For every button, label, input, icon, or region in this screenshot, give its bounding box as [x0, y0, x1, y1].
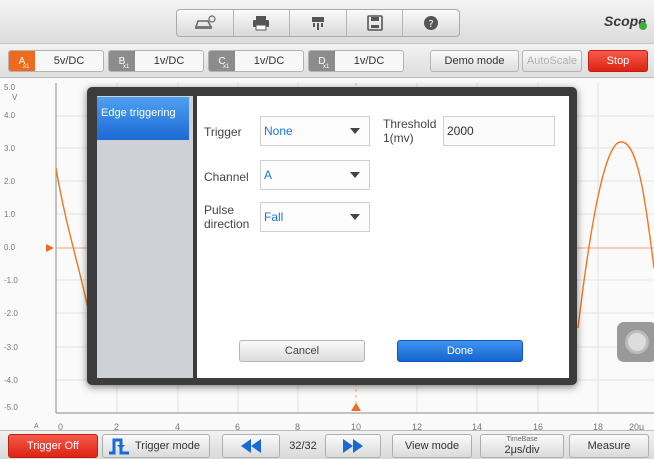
cancel-button[interactable]: Cancel	[239, 340, 365, 362]
x-channel-label: A	[34, 423, 39, 430]
done-button[interactable]: Done	[397, 340, 523, 362]
dialog-sidebar: Edge triggering	[97, 96, 193, 378]
tab-edge-triggering[interactable]: Edge triggering	[97, 97, 189, 140]
channel-b-swatch: Bx1	[109, 51, 135, 71]
y-tick-label: 1.0	[4, 210, 16, 219]
channel-b-button[interactable]: Bx1 1v/DC	[108, 50, 204, 72]
toolbar-button-group: ?	[176, 9, 460, 37]
channel-c-swatch: Cx1	[209, 51, 235, 71]
channel-c-button[interactable]: Cx1 1v/DC	[208, 50, 304, 72]
y-tick-label: -2.0	[4, 309, 18, 318]
y-tick-label: 5.0	[4, 83, 16, 92]
trigger-settings-dialog: Edge triggering Trigger None Threshold 1…	[87, 87, 577, 385]
dropdown-arrow-icon	[350, 128, 360, 134]
y-tick-label: -5.0	[4, 403, 18, 412]
trigger-off-button[interactable]: Trigger Off	[8, 434, 98, 458]
channel-select[interactable]: A	[260, 160, 370, 190]
car-settings-icon	[194, 15, 216, 29]
channel-c-scale: 1v/DC	[253, 55, 285, 67]
trigger-position-icon[interactable]	[351, 403, 361, 411]
autoscale-button[interactable]: AutoScale	[522, 50, 582, 72]
pin-button[interactable]	[290, 10, 347, 36]
y-tick-label: -4.0	[4, 376, 18, 385]
status-dot-icon	[639, 22, 647, 30]
scope-logo: Scope	[604, 13, 647, 30]
demo-mode-button[interactable]: Demo mode	[430, 50, 519, 72]
fast-forward-icon	[343, 439, 363, 453]
channel-label: Channel	[204, 170, 249, 184]
page-indicator: 32/32	[289, 440, 317, 452]
pulse-direction-select-value: Fall	[264, 210, 284, 224]
circle-icon	[625, 330, 649, 354]
channel-d-button[interactable]: Dx1 1v/DC	[308, 50, 404, 72]
timebase-label: TimeBase	[506, 435, 538, 443]
scope-app: ? Scope Ax1 5v/DC Bx1 1v/DC Cx1 1v/DC Dx…	[0, 0, 654, 459]
channel-a-button[interactable]: Ax1 5v/DC	[8, 50, 104, 72]
save-icon	[366, 15, 383, 31]
stop-button[interactable]: Stop	[588, 50, 648, 72]
threshold-label: Threshold 1(mv)	[383, 117, 437, 145]
view-mode-button[interactable]: View mode	[392, 434, 472, 458]
print-button[interactable]	[234, 10, 291, 36]
y-tick-label: -3.0	[4, 343, 18, 352]
y-tick-label: 0.0	[4, 243, 16, 252]
previous-page-button[interactable]	[222, 434, 280, 458]
trigger-select-value: None	[264, 124, 293, 138]
y-tick-label: -1.0	[4, 276, 18, 285]
bottom-bar: Trigger Off Trigger mode 32/32 View mode…	[0, 430, 654, 459]
rewind-icon	[241, 439, 261, 453]
threshold-input[interactable]: 2000	[443, 116, 555, 146]
trigger-label: Trigger	[204, 125, 242, 139]
svg-text:?: ?	[429, 19, 434, 30]
channel-a-marker-icon[interactable]	[46, 244, 54, 252]
top-toolbar: ? Scope	[0, 0, 654, 44]
printer-icon	[253, 16, 270, 31]
save-button[interactable]	[347, 10, 404, 36]
floating-round-button[interactable]	[617, 322, 654, 362]
y-tick-label: 3.0	[4, 144, 16, 153]
trigger-mode-button[interactable]: Trigger mode	[102, 434, 210, 458]
channel-d-scale: 1v/DC	[353, 55, 385, 67]
pulse-direction-select[interactable]: Fall	[260, 202, 370, 232]
dialog-form: Trigger None Threshold 1(mv) 2000 Channe…	[197, 96, 569, 378]
dropdown-arrow-icon	[350, 214, 360, 220]
trigger-select[interactable]: None	[260, 116, 370, 146]
dropdown-arrow-icon	[350, 172, 360, 178]
timebase-value: 2μs/div	[504, 443, 540, 456]
next-page-button[interactable]	[325, 434, 381, 458]
measure-button[interactable]: Measure	[569, 434, 649, 458]
channel-a-scale: 5v/DC	[53, 55, 85, 67]
channel-select-value: A	[264, 168, 273, 182]
pulse-direction-label: Pulse direction	[204, 203, 250, 231]
pin-icon	[311, 17, 324, 30]
y-tick-label: 2.0	[4, 177, 16, 186]
help-icon: ?	[424, 16, 439, 30]
help-button[interactable]: ?	[403, 10, 459, 36]
channel-bar: Ax1 5v/DC Bx1 1v/DC Cx1 1v/DC Dx1 1v/DC …	[0, 44, 654, 78]
timebase-button[interactable]: TimeBase 2μs/div	[480, 434, 564, 458]
trigger-mode-icon	[109, 438, 129, 455]
y-unit-label: V	[12, 93, 18, 102]
channel-d-swatch: Dx1	[309, 51, 335, 71]
channel-a-swatch: Ax1	[9, 51, 35, 71]
trigger-mode-label: Trigger mode	[135, 440, 201, 452]
car-settings-button[interactable]	[177, 10, 234, 36]
channel-b-scale: 1v/DC	[153, 55, 185, 67]
y-tick-label: 4.0	[4, 111, 16, 120]
